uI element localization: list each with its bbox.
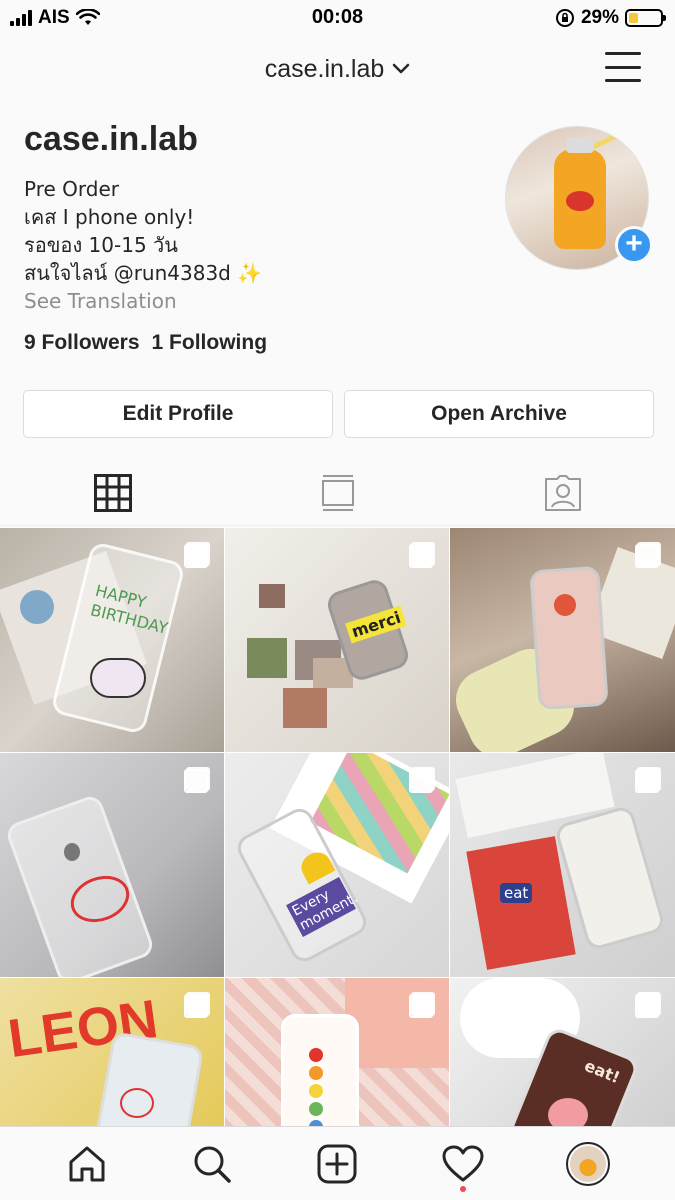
- tab-tagged[interactable]: [450, 460, 675, 525]
- followers-count[interactable]: 9 Followers: [24, 331, 140, 355]
- carrier-label: AIS: [38, 7, 70, 28]
- account-switcher[interactable]: case.in.lab: [265, 55, 411, 84]
- post-thumbnail[interactable]: eat!: [450, 978, 675, 1126]
- chevron-down-icon: [393, 63, 410, 74]
- multiple-photos-icon: [184, 542, 210, 568]
- multiple-photos-icon: [635, 992, 661, 1018]
- multiple-photos-icon: [635, 767, 661, 793]
- rotation-lock-icon: [555, 9, 574, 27]
- multiple-photos-icon: [184, 992, 210, 1018]
- multiple-photos-icon: [184, 767, 210, 793]
- post-grid: HAPPY BIRTHDAY merci Every moment. eat L…: [0, 528, 675, 1126]
- header-title: case.in.lab: [264, 54, 385, 83]
- nav-search[interactable]: [182, 1134, 242, 1194]
- home-icon: [69, 1146, 105, 1181]
- profile-header: case.in.lab: [0, 40, 675, 98]
- grid-icon: [93, 473, 132, 512]
- wifi-icon: [75, 9, 100, 25]
- profile-tabs: [0, 460, 675, 526]
- multiple-photos-icon: [409, 992, 435, 1018]
- battery-icon: [625, 9, 666, 27]
- following-count[interactable]: 1 Following: [152, 331, 268, 355]
- edit-profile-button[interactable]: Edit Profile: [23, 390, 333, 438]
- post-caption: eat: [500, 883, 533, 903]
- post-thumbnail[interactable]: Every moment.: [225, 753, 449, 977]
- nav-activity[interactable]: [433, 1134, 493, 1194]
- profile-avatar-wrap[interactable]: +: [505, 126, 653, 270]
- post-thumbnail[interactable]: [225, 978, 449, 1126]
- battery-fill: [629, 13, 638, 23]
- post-thumbnail[interactable]: HAPPY BIRTHDAY: [0, 528, 224, 752]
- notification-dot: [459, 1185, 466, 1192]
- open-archive-button[interactable]: Open Archive: [344, 390, 654, 438]
- post-thumbnail[interactable]: LEON: [0, 978, 224, 1126]
- follow-counts: 9 Followers 1 Following: [24, 331, 651, 355]
- menu-icon-line: [605, 52, 641, 55]
- search-icon: [194, 1146, 231, 1183]
- multiple-photos-icon: [409, 767, 435, 793]
- profile-avatar-small: [566, 1141, 611, 1186]
- multiple-photos-icon: [409, 542, 435, 568]
- feed-icon: [321, 474, 354, 511]
- multiple-photos-icon: [635, 542, 661, 568]
- nav-home[interactable]: [57, 1134, 117, 1194]
- nav-profile[interactable]: [558, 1134, 618, 1194]
- heart-icon: [442, 1145, 484, 1181]
- post-thumbnail[interactable]: [450, 528, 675, 752]
- signal-icon: [10, 10, 32, 26]
- bottom-navigation: [0, 1126, 675, 1200]
- tab-grid[interactable]: [0, 460, 225, 525]
- avatar-straw: [589, 127, 637, 151]
- see-translation-link[interactable]: See Translation: [24, 287, 651, 315]
- add-story-button[interactable]: +: [615, 226, 653, 264]
- status-bar: AIS 00:08 29%: [0, 0, 675, 36]
- menu-icon-line: [605, 65, 641, 69]
- menu-icon-line: [605, 79, 641, 82]
- post-thumbnail[interactable]: eat: [450, 753, 675, 977]
- profile-actions: Edit Profile Open Archive: [23, 390, 654, 438]
- status-right: 29%: [555, 7, 666, 29]
- status-left: AIS: [10, 7, 100, 29]
- nav-new-post[interactable]: [307, 1134, 367, 1194]
- avatar-label: [566, 191, 594, 211]
- tab-feed[interactable]: [225, 460, 450, 525]
- new-post-icon: [317, 1144, 357, 1183]
- battery-percent: 29%: [580, 7, 619, 28]
- post-thumbnail[interactable]: merci: [225, 528, 449, 752]
- post-thumbnail[interactable]: [0, 753, 224, 977]
- tagged-icon: [544, 474, 581, 511]
- menu-button[interactable]: [605, 52, 641, 82]
